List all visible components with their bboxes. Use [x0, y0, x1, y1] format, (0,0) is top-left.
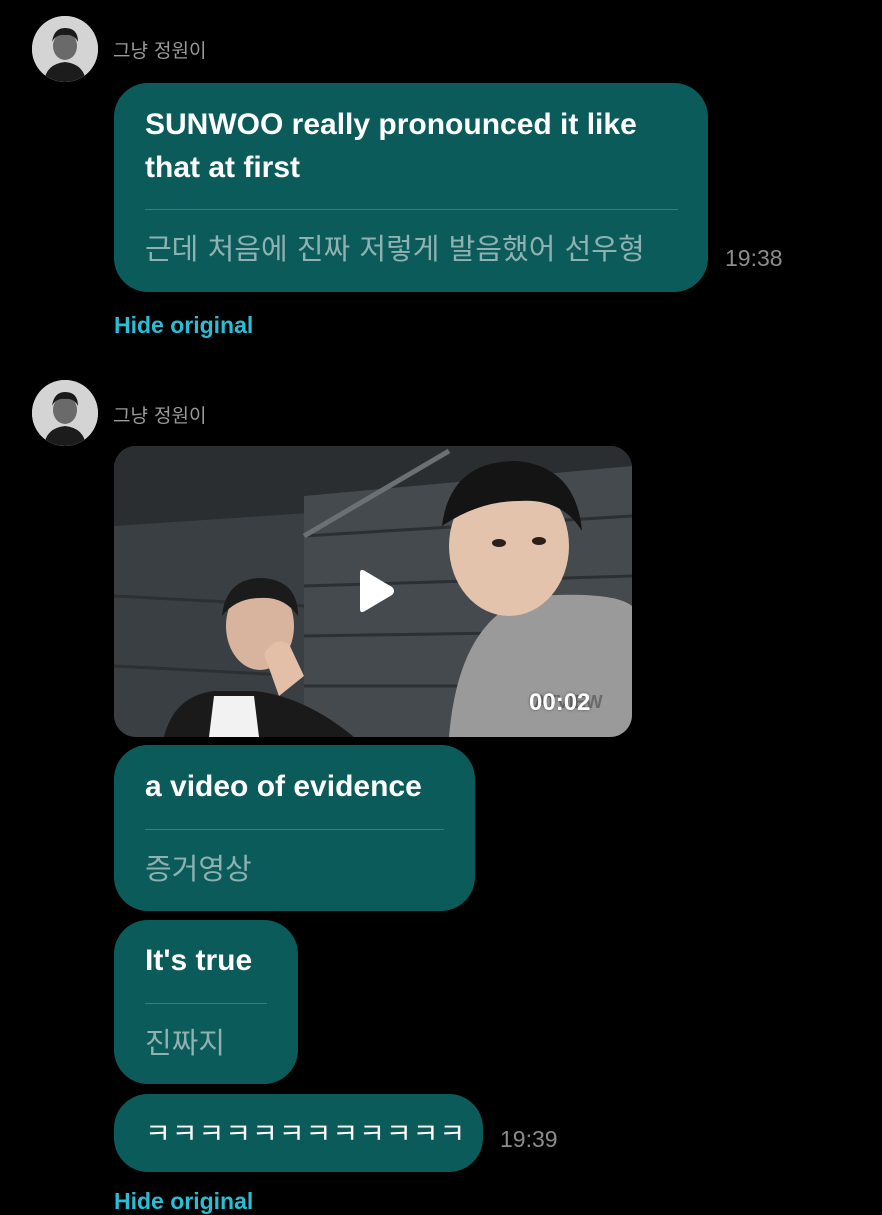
message-text: ㅋㅋㅋㅋㅋㅋㅋㅋㅋㅋㅋㅋ — [145, 1117, 467, 1150]
sender-name: 그냥 정원이 — [113, 40, 207, 62]
play-icon[interactable] — [356, 568, 396, 614]
hide-original-link[interactable]: Hide original — [114, 1188, 253, 1215]
message-bubble[interactable]: a video of evidence 증거영상 — [114, 745, 475, 911]
avatar[interactable] — [32, 16, 98, 82]
message-bubble[interactable]: SUNWOO really pronounced it like that at… — [114, 83, 708, 292]
translated-text: It's true — [145, 944, 253, 977]
hide-original-link[interactable]: Hide original — [114, 312, 253, 339]
translated-text: a video of evidence — [145, 770, 422, 803]
message-time: 19:38 — [725, 245, 783, 271]
sender-name: 그냥 정원이 — [113, 405, 207, 427]
divider — [145, 1003, 267, 1004]
message-time: 19:39 — [500, 1126, 558, 1152]
divider — [145, 209, 678, 210]
message-bubble[interactable]: It's true 진짜지 — [114, 920, 298, 1084]
original-text: 증거영상 — [145, 852, 252, 886]
avatar[interactable] — [32, 380, 98, 446]
divider — [145, 829, 444, 830]
message-bubble[interactable]: ㅋㅋㅋㅋㅋㅋㅋㅋㅋㅋㅋㅋ — [114, 1094, 483, 1172]
translated-text: SUNWOO really pronounced it like that at… — [145, 108, 637, 184]
original-text: 근데 처음에 진짜 저렇게 발음했어 선우형 — [145, 232, 645, 266]
original-text: 진짜지 — [145, 1026, 226, 1060]
video-duration: 00:02 — [529, 689, 591, 716]
